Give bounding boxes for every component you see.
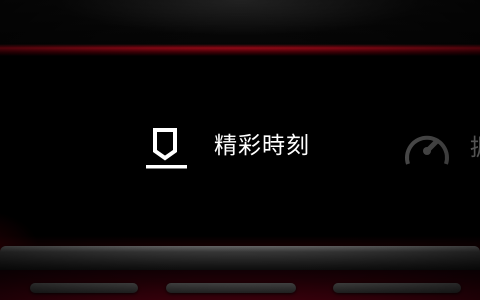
top-red-glow	[0, 44, 480, 56]
device-foot-left	[30, 283, 138, 293]
top-background	[0, 0, 480, 46]
bookmark-icon[interactable]	[142, 122, 192, 172]
speedometer-icon[interactable]	[398, 122, 456, 180]
device-bezel-highlight	[0, 246, 480, 252]
partial-menu-label[interactable]: 据	[470, 134, 480, 162]
device-foot-right	[333, 283, 461, 293]
menu-item-label[interactable]: 精彩時刻	[214, 131, 310, 161]
screen: 精彩時刻 据	[0, 0, 480, 300]
menu-row: 精彩時刻 据	[0, 112, 480, 182]
bookmark-svg	[146, 128, 187, 169]
device-foot-center	[166, 283, 296, 293]
speedometer-svg	[405, 135, 449, 165]
